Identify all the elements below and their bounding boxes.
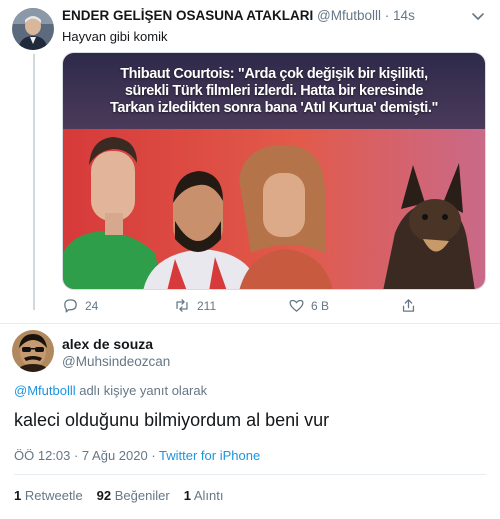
reply-context: @Mfutbolll adlı kişiye yanıt olarak bbox=[14, 383, 207, 398]
likes-stat[interactable]: 92 Beğeniler bbox=[97, 488, 170, 503]
tweet2-timestamp[interactable]: ÖÖ 12:03 · 7 Ağu 2020 · bbox=[14, 448, 159, 463]
more-chevron-button[interactable] bbox=[470, 8, 486, 24]
tweet1-avatar[interactable] bbox=[12, 8, 54, 50]
tweet2-stats: 1 Retweetle 92 Beğeniler 1 Alıntı bbox=[14, 488, 223, 503]
retweet-icon bbox=[176, 299, 188, 312]
tweet1-display-name[interactable]: ENDER GELİŞEN OSASUNA ATAKLARI bbox=[62, 8, 313, 23]
caption-line: Thibaut Courtois: "Arda çok değişik bir … bbox=[120, 66, 428, 82]
retweets-label: Retweetle bbox=[24, 488, 83, 503]
share-icon bbox=[402, 299, 415, 312]
tweet2-avatar[interactable] bbox=[12, 330, 54, 372]
likes-label: Beğeniler bbox=[114, 488, 170, 503]
media-caption: Thibaut Courtois: "Arda çok değişik bir … bbox=[63, 53, 485, 129]
quotes-count: 1 bbox=[183, 488, 191, 503]
thread-connector-line bbox=[33, 54, 35, 310]
like-count: 6 B bbox=[311, 298, 330, 313]
tweet1-time[interactable]: 14s bbox=[393, 8, 415, 23]
share-button[interactable] bbox=[400, 297, 417, 314]
profile-photo-icon bbox=[12, 8, 54, 50]
tweet1-header: ENDER GELİŞEN OSASUNA ATAKLARI @Mfutboll… bbox=[62, 8, 415, 23]
profile-photo-icon bbox=[12, 330, 54, 372]
retweets-count: 1 bbox=[14, 488, 22, 503]
retweet-count: 211 bbox=[197, 298, 217, 313]
tweet1-handle[interactable]: @Mfutbolll bbox=[317, 8, 381, 23]
caption-line: sürekli Türk filmleri izlerdi. Hatta bir… bbox=[124, 83, 424, 99]
retweets-stat[interactable]: 1 Retweetle bbox=[14, 488, 83, 503]
quotes-label: Alıntı bbox=[193, 488, 224, 503]
tweet2-display-name[interactable]: alex de souza bbox=[62, 336, 153, 352]
reply-mention-link[interactable]: @Mfutbolll bbox=[14, 383, 76, 398]
caption-line: Tarkan izledikten sonra bana 'Atıl Kurtu… bbox=[110, 100, 438, 116]
reply-count: 24 bbox=[85, 298, 99, 313]
quotes-stat[interactable]: 1 Alıntı bbox=[184, 488, 224, 503]
stats-divider bbox=[14, 474, 486, 475]
tweet2-metadata: ÖÖ 12:03 · 7 Ağu 2020 · Twitter for iPho… bbox=[14, 448, 260, 463]
likes-count: 92 bbox=[96, 488, 112, 503]
heart-icon bbox=[289, 299, 304, 312]
reply-context-label: adlı kişiye yanıt olarak bbox=[75, 383, 208, 398]
tweet1-text: Hayvan gibi komik bbox=[62, 29, 168, 44]
like-button[interactable]: 6 B bbox=[288, 297, 329, 314]
chevron-down-icon bbox=[472, 13, 484, 20]
tweet2-source-link[interactable]: Twitter for iPhone bbox=[159, 448, 260, 463]
tweet-divider bbox=[0, 323, 500, 324]
retweet-button[interactable]: 211 bbox=[173, 297, 216, 314]
tweet1-action-bar: 24 211 6 B bbox=[62, 297, 422, 317]
tweet2-text: kaleci olduğunu bilmiyordum al beni vur bbox=[14, 410, 330, 430]
tweet1-media-image[interactable]: Thibaut Courtois: "Arda çok değişik bir … bbox=[62, 52, 486, 290]
tweet2-handle[interactable]: @Muhsindeozcan bbox=[62, 354, 170, 369]
reply-button[interactable]: 24 bbox=[62, 297, 98, 314]
tweet1-separator: · bbox=[384, 8, 390, 23]
reply-icon bbox=[64, 299, 77, 313]
